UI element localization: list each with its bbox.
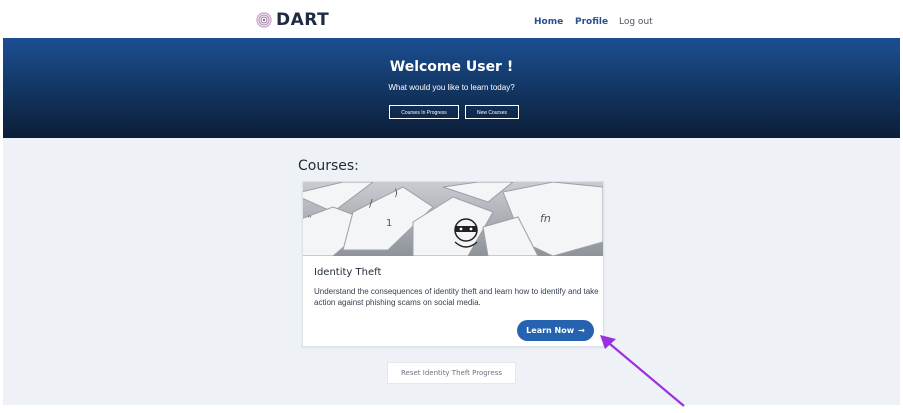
learn-now-button[interactable]: Learn Now → — [517, 320, 594, 341]
course-card: " / ) 1 fn Identity Theft Understand the… — [302, 181, 604, 347]
learn-now-label: Learn Now — [526, 326, 575, 335]
reset-progress-button[interactable]: Reset Identity Theft Progress — [387, 362, 516, 384]
brand-name: DART — [276, 10, 330, 30]
fingerprint-icon — [256, 12, 272, 28]
annotation-arrow-icon — [600, 335, 685, 407]
nav-logout-link[interactable]: Log out — [619, 17, 653, 27]
course-title: Identity Theft — [314, 267, 382, 278]
fn-key-label: fn — [540, 212, 551, 225]
course-description: Understand the consequences of identity … — [314, 287, 599, 307]
nav-profile-link[interactable]: Profile — [575, 17, 608, 27]
brand-logo[interactable]: DART — [256, 10, 330, 30]
welcome-title: Welcome User ! — [389, 59, 514, 75]
course-image: " / ) 1 fn — [303, 182, 603, 256]
svg-text:1: 1 — [386, 218, 392, 229]
welcome-subtitle: What would you like to learn today? — [388, 83, 515, 92]
arrow-right-icon: → — [578, 326, 585, 335]
courses-in-progress-button[interactable]: Courses In Progress — [389, 105, 459, 119]
new-courses-button[interactable]: New Courses — [465, 105, 519, 119]
welcome-banner: Welcome User ! What would you like to le… — [3, 38, 900, 138]
svg-text:): ) — [394, 188, 398, 199]
top-navbar: DART Home Profile Log out — [0, 0, 903, 38]
svg-text:/: / — [369, 197, 373, 210]
courses-heading: Courses: — [298, 158, 359, 174]
svg-text:": " — [308, 214, 311, 224]
nav-home-link[interactable]: Home — [534, 17, 563, 27]
